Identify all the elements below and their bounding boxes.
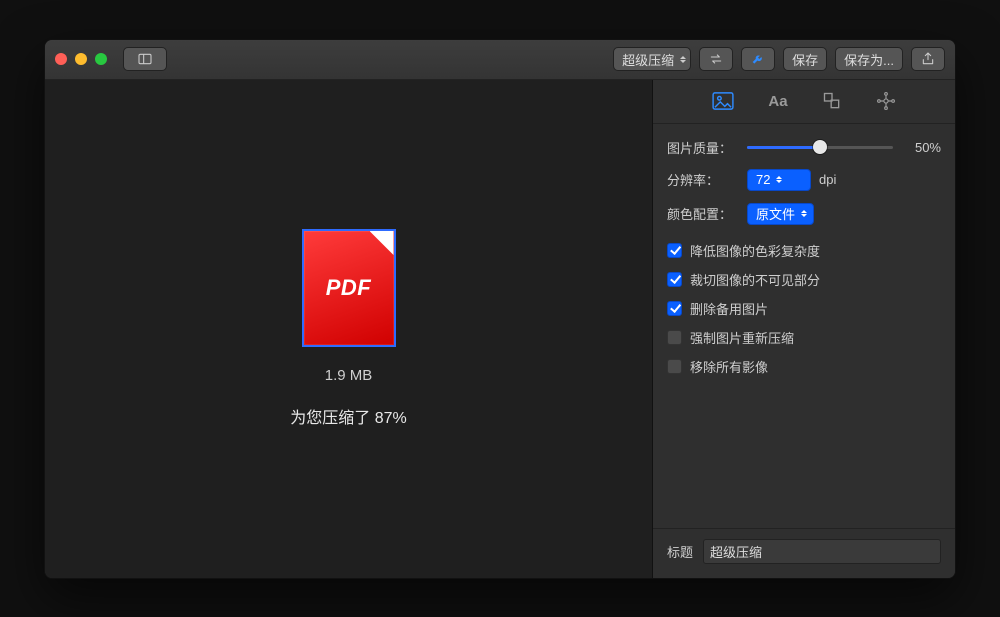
checkbox-label: 裁切图像的不可见部分 bbox=[690, 270, 820, 289]
resolution-select[interactable]: 72 bbox=[747, 169, 811, 191]
network-icon bbox=[876, 91, 896, 111]
savings-text: 为您压缩了 87% bbox=[290, 404, 406, 428]
chevron-updown-icon bbox=[776, 176, 782, 183]
sidebar-toggle-button[interactable] bbox=[123, 47, 167, 71]
chevron-updown-icon bbox=[801, 210, 807, 217]
quality-row: 图片质量： 50% bbox=[667, 138, 941, 157]
options-list: 降低图像的色彩复杂度裁切图像的不可见部分删除备用图片强制图片重新压缩移除所有影像 bbox=[667, 241, 941, 376]
checkbox-option-4[interactable]: 移除所有影像 bbox=[667, 357, 941, 376]
share-button[interactable] bbox=[911, 47, 945, 71]
color-row: 颜色配置： 原文件 bbox=[667, 203, 941, 225]
color-profile-select[interactable]: 原文件 bbox=[747, 203, 814, 225]
checkbox-label: 移除所有影像 bbox=[690, 357, 768, 376]
checkbox-label: 强制图片重新压缩 bbox=[690, 328, 794, 347]
preview-canvas: PDF 1.9 MB 为您压缩了 87% bbox=[45, 80, 653, 578]
share-icon bbox=[920, 51, 936, 67]
preset-label: 超级压缩 bbox=[622, 50, 674, 69]
document-thumbnail[interactable]: PDF bbox=[302, 229, 396, 347]
preset-select[interactable]: 超级压缩 bbox=[613, 47, 691, 71]
inspector-panel: Aa 图片质量： 50% bbox=[653, 80, 955, 578]
checkbox-option-1[interactable]: 裁切图像的不可见部分 bbox=[667, 270, 941, 289]
swap-button[interactable] bbox=[699, 47, 733, 71]
title-label: 标题 bbox=[667, 542, 693, 561]
image-icon bbox=[712, 92, 734, 110]
checkbox-label: 降低图像的色彩复杂度 bbox=[690, 241, 820, 260]
inspector-footer: 标题 bbox=[653, 528, 955, 578]
tab-image[interactable] bbox=[712, 92, 734, 110]
quality-value: 50% bbox=[901, 140, 941, 155]
titlebar: 超级压缩 保存 保存为... bbox=[45, 40, 955, 80]
filesize-text: 1.9 MB bbox=[325, 367, 373, 384]
resolution-value: 72 bbox=[756, 172, 770, 187]
window-body: PDF 1.9 MB 为您压缩了 87% Aa bbox=[45, 80, 955, 578]
checkbox-checked-icon bbox=[667, 272, 682, 287]
tab-objects[interactable] bbox=[822, 91, 842, 111]
resolution-unit: dpi bbox=[819, 172, 836, 187]
minimize-icon[interactable] bbox=[75, 53, 87, 65]
image-panel: 图片质量： 50% 分辨率： 72 dpi bbox=[653, 124, 955, 386]
inspector-tabs: Aa bbox=[653, 80, 955, 124]
sidebar-icon bbox=[137, 51, 153, 67]
window-controls bbox=[55, 53, 107, 65]
tools-button[interactable] bbox=[741, 47, 775, 71]
save-button[interactable]: 保存 bbox=[783, 47, 827, 71]
tab-fonts[interactable]: Aa bbox=[768, 93, 787, 110]
checkbox-unchecked-icon bbox=[667, 359, 682, 374]
save-as-label: 保存为... bbox=[844, 50, 894, 69]
color-value: 原文件 bbox=[756, 204, 795, 223]
checkbox-checked-icon bbox=[667, 243, 682, 258]
text-icon: Aa bbox=[768, 93, 787, 110]
resolution-label: 分辨率： bbox=[667, 170, 739, 189]
title-input[interactable] bbox=[703, 539, 941, 564]
checkbox-label: 删除备用图片 bbox=[690, 299, 768, 318]
pdf-badge: PDF bbox=[326, 275, 372, 301]
checkbox-checked-icon bbox=[667, 301, 682, 316]
checkbox-option-3[interactable]: 强制图片重新压缩 bbox=[667, 328, 941, 347]
chevron-updown-icon bbox=[680, 56, 686, 63]
save-as-button[interactable]: 保存为... bbox=[835, 47, 903, 71]
app-window: 超级压缩 保存 保存为... PDF 1.9 MB 为您压缩了 87% bbox=[44, 39, 956, 579]
checkbox-unchecked-icon bbox=[667, 330, 682, 345]
quality-label: 图片质量： bbox=[667, 138, 739, 157]
shapes-icon bbox=[822, 91, 842, 111]
resolution-row: 分辨率： 72 dpi bbox=[667, 169, 941, 191]
wrench-icon bbox=[750, 51, 766, 67]
color-label: 颜色配置： bbox=[667, 204, 739, 223]
close-icon[interactable] bbox=[55, 53, 67, 65]
quality-slider[interactable] bbox=[747, 139, 893, 155]
tab-advanced[interactable] bbox=[876, 91, 896, 111]
checkbox-option-2[interactable]: 删除备用图片 bbox=[667, 299, 941, 318]
swap-icon bbox=[708, 51, 724, 67]
checkbox-option-0[interactable]: 降低图像的色彩复杂度 bbox=[667, 241, 941, 260]
maximize-icon[interactable] bbox=[95, 53, 107, 65]
save-label: 保存 bbox=[792, 50, 818, 69]
